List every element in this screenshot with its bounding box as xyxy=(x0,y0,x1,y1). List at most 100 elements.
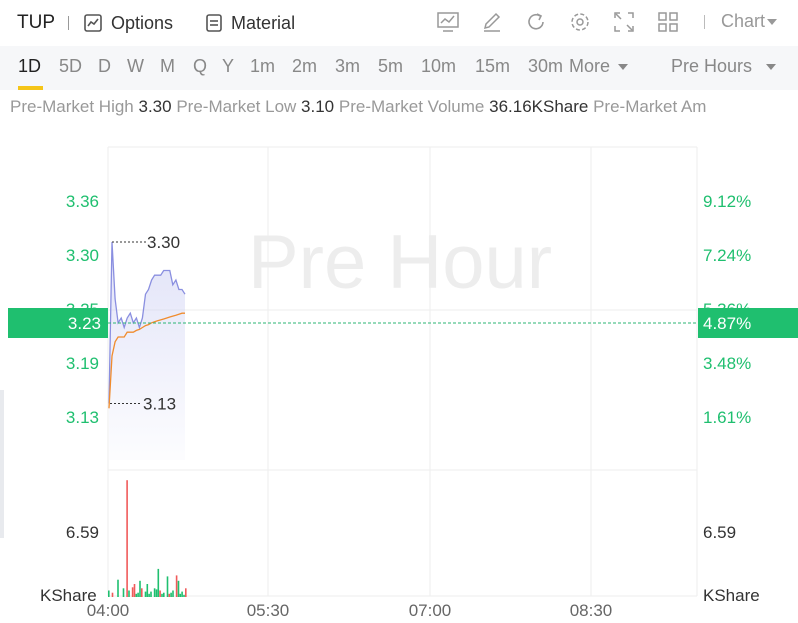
volume-bar xyxy=(126,480,128,597)
settings-icon[interactable] xyxy=(568,10,592,34)
chart-tools xyxy=(436,10,700,34)
refresh-icon[interactable] xyxy=(524,10,548,34)
volume-bar xyxy=(155,589,158,597)
high-value: 3.30 xyxy=(138,97,172,116)
current-percent-value: 4.87% xyxy=(703,314,751,333)
period-tab-10m[interactable]: 10m xyxy=(421,56,456,77)
more-periods-dropdown[interactable]: More xyxy=(569,56,629,77)
percent-tick-label: 7.24% xyxy=(703,246,751,265)
price-tick-label: 3.36 xyxy=(66,192,99,211)
chart-canvas: Pre Hour3.303.133.363.303.253.193.139.12… xyxy=(8,146,798,620)
material-label: Material xyxy=(231,12,296,33)
volume-bar xyxy=(172,590,174,597)
volume-bar xyxy=(117,579,119,597)
ticker-symbol: TUP xyxy=(17,12,55,33)
session-label: Pre Hours xyxy=(671,56,753,76)
volume-bar xyxy=(185,588,187,597)
volume-bar xyxy=(159,590,161,597)
volume-bar xyxy=(183,594,185,597)
time-tick-label: 08:30 xyxy=(570,601,613,620)
volume-bar xyxy=(146,584,149,597)
period-tab-30m[interactable]: 30m xyxy=(528,56,563,77)
chevron-down-icon xyxy=(767,18,778,25)
price-tick-label: 3.30 xyxy=(66,246,99,265)
period-tab-q[interactable]: Q xyxy=(193,56,207,77)
session-dropdown[interactable]: Pre Hours xyxy=(671,56,777,77)
volume-bar xyxy=(157,568,160,597)
volume-bar xyxy=(122,588,125,597)
chart-type-icon[interactable] xyxy=(436,10,460,34)
volume-bar xyxy=(163,592,165,597)
volume-unit-label-right: KShare xyxy=(703,586,760,605)
top-toolbar: TUP Options Material Chart xyxy=(0,0,798,46)
document-icon xyxy=(206,14,222,32)
volume-bar xyxy=(166,576,169,597)
percent-tick-label: 9.12% xyxy=(703,192,751,211)
volume-bar xyxy=(153,588,156,597)
price-area xyxy=(109,242,185,460)
time-tick-label: 07:00 xyxy=(409,601,452,620)
percent-tick-label: 3.48% xyxy=(703,354,751,373)
volume-bar xyxy=(141,588,143,597)
volume-label: Pre-Market Volume xyxy=(338,97,485,116)
more-label: More xyxy=(569,56,611,76)
period-tab-1d[interactable]: 1D xyxy=(18,56,41,77)
period-tab-2m[interactable]: 2m xyxy=(292,56,317,77)
volume-bar xyxy=(170,592,172,597)
price-tick-label: 3.13 xyxy=(66,408,99,427)
volume-tick-label-right: 6.59 xyxy=(703,523,736,542)
layout-grid-icon[interactable] xyxy=(656,10,680,34)
low-value: 3.10 xyxy=(301,97,335,116)
volume-bar xyxy=(168,593,171,597)
low-marker-label: 3.13 xyxy=(143,395,176,414)
draw-icon[interactable] xyxy=(480,10,504,34)
period-tab-m[interactable]: M xyxy=(160,56,175,77)
price-chart[interactable]: Pre Hour3.303.133.363.303.253.193.139.12… xyxy=(0,128,798,623)
volume-bar xyxy=(131,587,134,597)
options-chart-icon xyxy=(84,14,102,32)
chevron-down-icon xyxy=(766,63,777,70)
toolbar-divider xyxy=(68,16,69,30)
volume-tick-label: 6.59 xyxy=(66,523,99,542)
material-button[interactable]: Material xyxy=(205,13,295,34)
volume-bar xyxy=(108,590,110,597)
low-label: Pre-Market Low xyxy=(176,97,297,116)
current-price-value: 3.23 xyxy=(68,314,101,333)
price-tick-label: 3.19 xyxy=(66,354,99,373)
volume-bar xyxy=(177,580,180,597)
volume-bar xyxy=(179,593,182,597)
fullscreen-icon[interactable] xyxy=(612,10,636,34)
period-tab-5m[interactable]: 5m xyxy=(378,56,403,77)
volume-value: 36.16KShare xyxy=(489,97,589,116)
volume-bar xyxy=(144,591,147,597)
amount-label: Pre-Market Am xyxy=(593,97,707,116)
volume-bar xyxy=(128,590,130,597)
period-tab-5d[interactable]: 5D xyxy=(59,56,82,77)
time-tick-label: 05:30 xyxy=(247,601,290,620)
period-tab-d[interactable]: D xyxy=(98,56,111,77)
pre-market-info: Pre-Market High 3.30 Pre-Market Low 3.10… xyxy=(10,97,798,117)
volume-bar xyxy=(175,575,178,597)
period-tab-15m[interactable]: 15m xyxy=(475,56,510,77)
options-button[interactable]: Options xyxy=(83,13,173,34)
active-tab-indicator xyxy=(18,86,43,90)
volume-bar xyxy=(161,593,163,597)
volume-bar xyxy=(133,584,136,597)
period-tab-w[interactable]: W xyxy=(127,56,144,77)
period-tab-1m[interactable]: 1m xyxy=(250,56,275,77)
volume-bar xyxy=(111,592,114,597)
chart-selector-label: Chart xyxy=(721,11,766,31)
volume-bar xyxy=(148,593,150,597)
high-marker-label: 3.30 xyxy=(147,233,180,252)
volume-bar xyxy=(135,593,138,597)
options-label: Options xyxy=(111,12,174,33)
chart-selector-divider xyxy=(704,14,705,29)
period-tabs: More Pre Hours 1D 5D D W M Q Y 1m 2m 3m 5m 10m 15m 30… xyxy=(0,46,798,90)
period-tab-3m[interactable]: 3m xyxy=(335,56,360,77)
volume-bar xyxy=(137,592,139,597)
period-tab-y[interactable]: Y xyxy=(222,56,234,77)
chart-selector[interactable]: Chart xyxy=(704,11,778,32)
volume-bar xyxy=(181,591,183,597)
volume-bar xyxy=(150,591,152,597)
chart-watermark: Pre Hour xyxy=(248,220,552,305)
